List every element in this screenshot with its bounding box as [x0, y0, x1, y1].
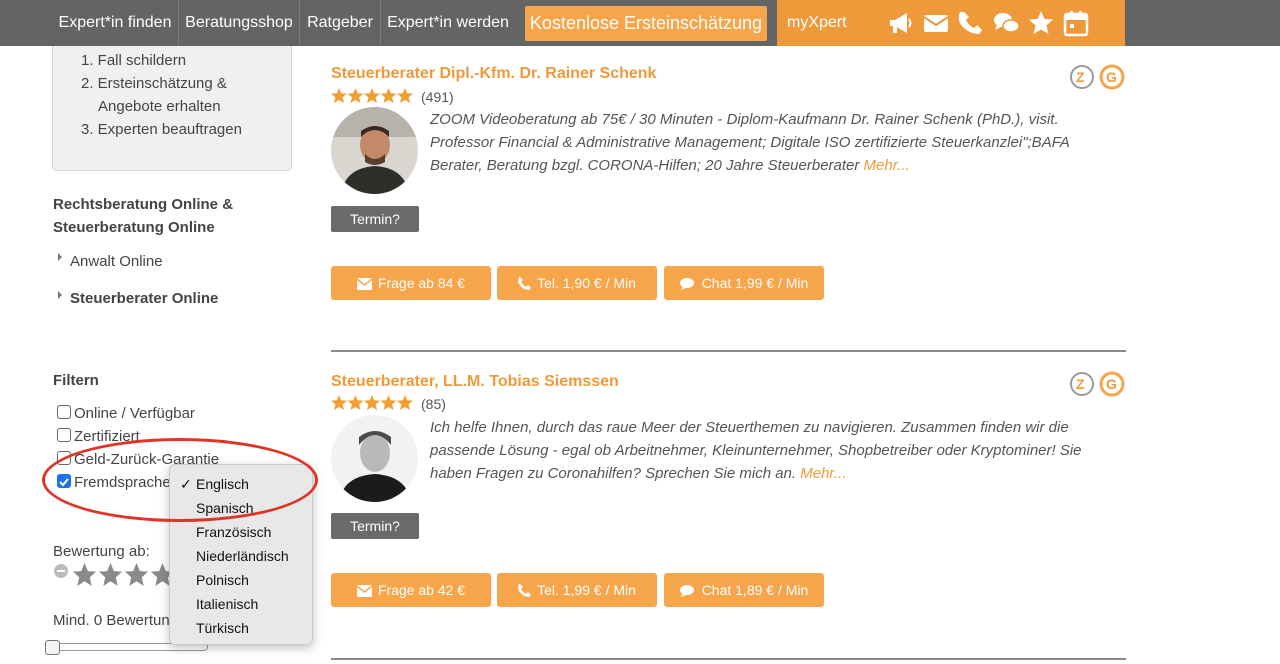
clear-rating-icon[interactable] [53, 563, 69, 579]
svg-text:G: G [1106, 69, 1117, 85]
envelope-icon[interactable] [922, 9, 950, 37]
svg-text:Z: Z [1076, 69, 1085, 85]
language-option[interactable]: Niederländisch [196, 548, 289, 564]
highlight-annotation [42, 438, 318, 522]
svg-text:Z: Z [1076, 376, 1085, 392]
step-item: Angebote erhalten [98, 98, 221, 115]
expert-name[interactable]: Steuerberater Dipl.-Kfm. Dr. Rainer Sche… [331, 65, 656, 83]
nav-beratungsshop[interactable]: Beratungsshop [179, 0, 299, 46]
question-button[interactable]: Frage ab 42 € [331, 573, 491, 607]
step-item: 2. Ersteinschätzung & [81, 75, 227, 92]
expert-description: ZOOM Videoberatung ab 75€ / 30 Minuten -… [430, 111, 1070, 174]
review-count[interactable]: (85) [421, 396, 446, 412]
appointment-button[interactable]: Termin? [331, 513, 419, 539]
rating-star-icon[interactable] [124, 562, 149, 587]
svg-text:G: G [1106, 376, 1117, 392]
rating-stars-icon [331, 88, 413, 103]
phone-call-button[interactable]: Tel. 1,99 € / Min [497, 573, 657, 607]
myxpert-link[interactable]: myXpert [787, 0, 847, 46]
calendar-icon[interactable] [1062, 9, 1090, 37]
nav-expert-werden[interactable]: Expert*in werden [381, 0, 515, 46]
slider-handle[interactable] [45, 640, 60, 655]
filter-label: Online / Verfügbar [74, 405, 195, 422]
sidebar-link-steuerberater-online[interactable]: Steuerberater Online [70, 290, 218, 307]
expert-avatar[interactable] [331, 415, 418, 502]
nav-expert-finden[interactable]: Expert*in finden [52, 0, 178, 46]
step-item: 1. Fall schildern [81, 52, 187, 69]
phone-call-button[interactable]: Tel. 1,90 € / Min [497, 266, 657, 300]
more-link[interactable]: Mehr... [800, 465, 846, 482]
expert-name[interactable]: Steuerberater, LL.M. Tobias Siemssen [331, 373, 619, 391]
language-option[interactable]: Polnisch [196, 572, 249, 588]
free-assessment-button[interactable]: Kostenlose Ersteinschätzung [525, 6, 767, 41]
language-option[interactable]: Französisch [196, 524, 271, 540]
chat-icon[interactable] [992, 9, 1020, 37]
rating-label: Bewertung ab: [53, 543, 150, 560]
step-item: 3. Experten beauftragen [81, 121, 242, 138]
envelope-icon [356, 585, 373, 597]
language-option[interactable]: Italienisch [196, 596, 258, 612]
certified-z-badge-icon: Z [1070, 65, 1094, 89]
rating-stars-icon [331, 395, 413, 410]
expert-description: Ich helfe Ihnen, durch das raue Meer der… [430, 419, 1082, 482]
steps-box: 1. Fall schildern 2. Ersteinschätzung & … [52, 46, 292, 171]
chat-icon [679, 585, 694, 597]
chat-button[interactable]: Chat 1,89 € / Min [664, 573, 824, 607]
certified-z-badge-icon: Z [1070, 372, 1094, 396]
chat-icon [679, 278, 694, 290]
min-reviews-label: Mind. 0 Bewertun [53, 612, 170, 629]
language-option[interactable]: Türkisch [196, 620, 249, 636]
top-navigation: Expert*in finden Beratungsshop Ratgeber … [0, 0, 1280, 46]
chat-button[interactable]: Chat 1,99 € / Min [664, 266, 824, 300]
rating-star-icon[interactable] [72, 562, 97, 587]
question-button[interactable]: Frage ab 84 € [331, 266, 491, 300]
section-title: Steuerberatung Online [53, 219, 215, 236]
guarantee-g-badge-icon: G [1099, 64, 1125, 90]
rating-star-icon[interactable] [98, 562, 123, 587]
filter-certified-checkbox[interactable] [57, 428, 71, 442]
filter-title: Filtern [53, 372, 99, 389]
megaphone-icon[interactable] [887, 9, 915, 37]
filter-online-checkbox[interactable] [57, 405, 71, 419]
phone-icon [518, 582, 532, 597]
result-divider [331, 350, 1126, 352]
envelope-icon [356, 278, 373, 290]
phone-icon[interactable] [957, 9, 985, 37]
appointment-button[interactable]: Termin? [331, 206, 419, 232]
guarantee-g-badge-icon: G [1099, 371, 1125, 397]
more-link[interactable]: Mehr... [864, 157, 910, 174]
section-title: Rechtsberatung Online & [53, 196, 234, 213]
nav-ratgeber[interactable]: Ratgeber [300, 0, 380, 46]
review-count[interactable]: (491) [421, 89, 454, 105]
expert-avatar[interactable] [331, 107, 418, 194]
star-icon[interactable] [1027, 9, 1055, 37]
caret-right-icon [58, 291, 62, 299]
sidebar-link-anwalt-online[interactable]: Anwalt Online [70, 253, 163, 270]
phone-icon [518, 275, 532, 290]
result-divider [331, 658, 1126, 660]
caret-right-icon [58, 253, 62, 261]
